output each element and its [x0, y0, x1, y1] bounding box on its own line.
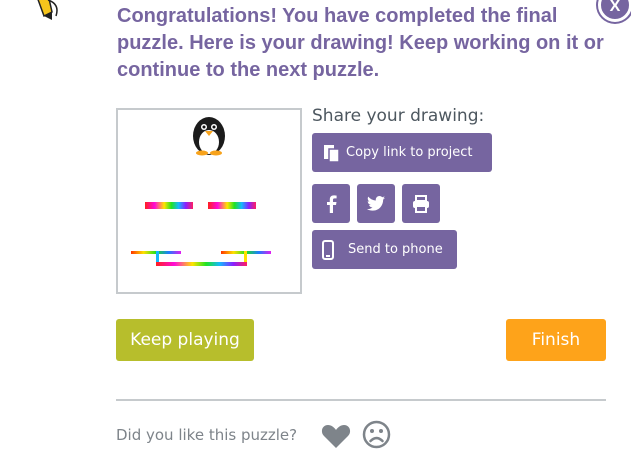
completion-message: Congratulations! You have completed the …: [117, 5, 604, 81]
share-label: Share your drawing:: [312, 106, 485, 126]
copy-link-button[interactable]: Copy link to project: [312, 133, 492, 172]
twitter-icon: [367, 196, 385, 211]
drawing-preview: [116, 108, 302, 294]
share-twitter-button[interactable]: [357, 184, 395, 223]
mobile-phone-icon: [322, 239, 334, 260]
share-facebook-button[interactable]: [312, 184, 350, 223]
heart-icon[interactable]: [321, 423, 351, 449]
pencil-mascot-icon: [37, 0, 58, 20]
feedback-prompt: Did you like this puzzle?: [116, 426, 298, 444]
print-button[interactable]: [402, 184, 440, 223]
drawing-stroke: [208, 202, 256, 209]
copy-link-label: Copy link to project: [346, 145, 473, 160]
copy-document-icon: [324, 144, 340, 163]
frown-icon[interactable]: [362, 420, 391, 449]
drawing-stroke: [145, 202, 193, 209]
send-to-phone-button[interactable]: Send to phone: [312, 230, 457, 269]
drawing-stroke: [131, 251, 271, 266]
print-icon: [413, 194, 429, 213]
facebook-icon: [327, 194, 337, 213]
puzzle-complete-dialog: X Congratulations! You have completed th…: [0, 0, 631, 460]
drawing-canvas: [131, 117, 271, 266]
finish-button[interactable]: Finish: [506, 319, 606, 361]
keep-playing-button[interactable]: Keep playing: [116, 319, 254, 361]
divider: [116, 399, 606, 401]
send-to-phone-label: Send to phone: [348, 242, 443, 257]
penguin-sprite: [193, 117, 225, 156]
